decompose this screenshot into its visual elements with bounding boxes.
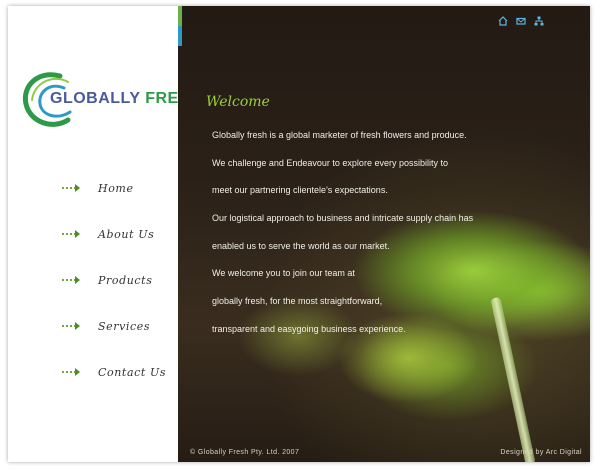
copyright-text: © Globally Fresh Pty. Ltd. 2007 xyxy=(190,449,300,456)
intro-text: Globally fresh is a global marketer of f… xyxy=(212,122,582,344)
nav-arrow-icon xyxy=(62,367,84,377)
intro-line: Our logistical approach to business and … xyxy=(212,213,474,224)
nav-item-home[interactable]: Home xyxy=(62,178,134,198)
intro-line: transparent and easygoing business exper… xyxy=(212,323,406,334)
main-content: Welcome Globally fresh is a global marke… xyxy=(178,6,590,462)
intro-line: globally fresh, for the most straightfor… xyxy=(212,296,383,307)
page-frame: GLOBALLY FRESH Home About Us Products Se… xyxy=(8,6,590,462)
intro-line: We challenge and Endeavour to explore ev… xyxy=(212,157,448,168)
nav-label: Services xyxy=(98,319,151,333)
designer-credit[interactable]: Designed by Arc Digital xyxy=(500,449,582,456)
nav-item-about-us[interactable]: About Us xyxy=(62,224,154,244)
nav-arrow-icon xyxy=(62,275,84,285)
nav-label: Home xyxy=(98,181,134,195)
nav-label: Products xyxy=(98,273,153,287)
home-icon[interactable] xyxy=(498,16,508,26)
intro-line: We welcome you to join our team at xyxy=(212,268,355,279)
main-nav: Home About Us Products Services Contact … xyxy=(8,6,178,462)
nav-label: Contact Us xyxy=(98,365,167,379)
accent-bar-blue xyxy=(178,26,182,46)
intro-line: meet our partnering clientele's expectat… xyxy=(212,185,388,196)
sidebar: GLOBALLY FRESH Home About Us Products Se… xyxy=(8,6,201,462)
nav-label: About Us xyxy=(98,227,155,241)
nav-item-contact-us[interactable]: Contact Us xyxy=(62,362,166,382)
sitemap-icon[interactable] xyxy=(534,16,544,26)
nav-item-services[interactable]: Services xyxy=(62,316,150,336)
nav-arrow-icon xyxy=(62,321,84,331)
nav-item-products[interactable]: Products xyxy=(62,270,152,290)
welcome-heading: Welcome xyxy=(206,94,270,110)
intro-line: enabled us to serve the world as our mar… xyxy=(212,240,390,251)
header-icons xyxy=(498,16,544,26)
mail-icon[interactable] xyxy=(516,16,526,26)
nav-arrow-icon xyxy=(62,229,84,239)
nav-arrow-icon xyxy=(62,183,84,193)
intro-line: Globally fresh is a global marketer of f… xyxy=(212,130,467,140)
